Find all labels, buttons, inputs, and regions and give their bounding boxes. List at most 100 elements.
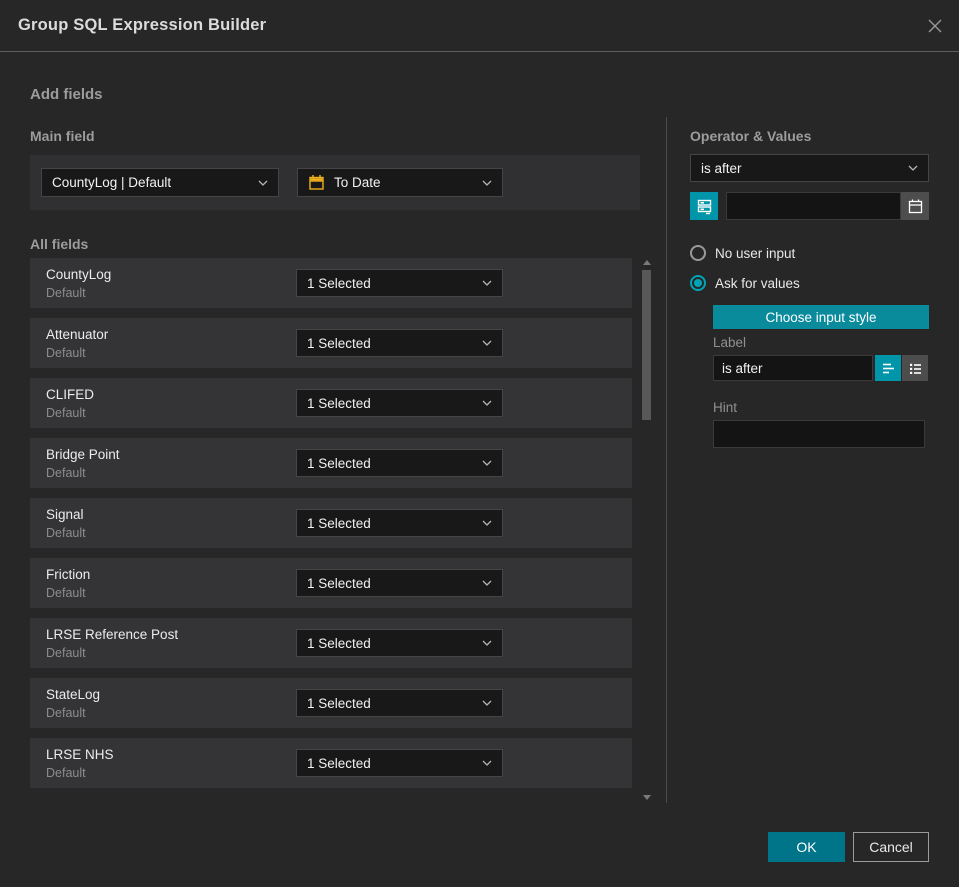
field-selected-dropdown[interactable]: 1 Selected (296, 329, 503, 357)
bulleted-list-icon (909, 363, 921, 374)
chevron-down-icon (482, 400, 492, 406)
operator-select-value: is after (701, 160, 742, 176)
main-field-date-select[interactable]: To Date (297, 168, 503, 197)
field-subtitle: Default (46, 586, 86, 600)
unique-values-button[interactable] (690, 192, 718, 220)
value-input[interactable] (726, 192, 901, 220)
selected-count: 1 Selected (307, 575, 371, 591)
radio-no-user-input[interactable]: No user input (690, 245, 795, 261)
date-picker-button[interactable] (901, 192, 929, 220)
field-row-attenuator: Attenuator Default 1 Selected (30, 318, 632, 368)
field-selected-dropdown[interactable]: 1 Selected (296, 749, 503, 777)
main-field-heading: Main field (30, 128, 95, 144)
field-selected-dropdown[interactable]: 1 Selected (296, 629, 503, 657)
chevron-down-icon (482, 460, 492, 466)
calendar-icon (908, 199, 922, 213)
field-row-friction: Friction Default 1 Selected (30, 558, 632, 608)
cancel-button[interactable]: Cancel (853, 832, 929, 862)
selected-count: 1 Selected (307, 635, 371, 651)
operator-select[interactable]: is after (690, 154, 929, 182)
chevron-down-icon (482, 520, 492, 526)
field-selected-dropdown[interactable]: 1 Selected (296, 449, 503, 477)
field-name: LRSE Reference Post (46, 627, 179, 642)
field-row-statelog: StateLog Default 1 Selected (30, 678, 632, 728)
field-name: StateLog (46, 687, 101, 702)
field-row-countylog: CountyLog Default 1 Selected (30, 258, 632, 308)
all-fields-list: CountyLog Default 1 Selected Attenuator … (30, 258, 632, 798)
operator-values-heading: Operator & Values (690, 128, 812, 144)
field-name: Bridge Point (46, 447, 120, 462)
calendar-icon (309, 175, 324, 190)
chevron-down-icon (482, 280, 492, 286)
field-subtitle: Default (46, 646, 86, 660)
selected-count: 1 Selected (307, 755, 371, 771)
chevron-down-icon (482, 180, 492, 186)
main-field-select-value: CountyLog | Default (52, 175, 172, 190)
chevron-down-icon (908, 165, 918, 171)
close-icon (928, 19, 942, 33)
selected-count: 1 Selected (307, 275, 371, 291)
chevron-down-icon (482, 760, 492, 766)
ok-button[interactable]: OK (768, 832, 845, 862)
chevron-down-icon (482, 640, 492, 646)
field-subtitle: Default (46, 526, 86, 540)
field-selected-dropdown[interactable]: 1 Selected (296, 509, 503, 537)
chevron-down-icon (482, 580, 492, 586)
input-style-list-button[interactable] (902, 355, 928, 381)
panel-divider (666, 117, 667, 803)
main-field-select[interactable]: CountyLog | Default (41, 168, 279, 197)
label-input[interactable] (713, 355, 873, 381)
field-name: CountyLog (46, 267, 112, 282)
all-fields-heading: All fields (30, 236, 89, 252)
scrollbar-thumb[interactable] (642, 270, 651, 420)
radio-ask-for-values[interactable]: Ask for values (690, 275, 800, 291)
close-button[interactable] (925, 16, 945, 36)
radio-label: No user input (715, 245, 796, 261)
field-name: Friction (46, 567, 91, 582)
label-heading: Label (713, 335, 747, 350)
field-row-clifed: CLIFED Default 1 Selected (30, 378, 632, 428)
add-fields-heading: Add fields (30, 86, 103, 103)
field-name: Signal (46, 507, 84, 522)
field-name: CLIFED (46, 387, 95, 402)
field-name: LRSE NHS (46, 747, 114, 762)
field-selected-dropdown[interactable]: 1 Selected (296, 389, 503, 417)
radio-label: Ask for values (715, 275, 800, 291)
titlebar: Group SQL Expression Builder (0, 0, 959, 52)
field-selected-dropdown[interactable]: 1 Selected (296, 569, 503, 597)
field-row-lrse-nhs: LRSE NHS Default 1 Selected (30, 738, 632, 788)
chevron-down-icon (482, 340, 492, 346)
hint-input[interactable] (713, 420, 925, 448)
field-subtitle: Default (46, 406, 86, 420)
chevron-down-icon (482, 700, 492, 706)
selected-count: 1 Selected (307, 395, 371, 411)
input-style-textbox-button[interactable] (875, 355, 901, 381)
field-name: Attenuator (46, 327, 109, 342)
align-left-icon (882, 363, 894, 373)
group-sql-expression-builder-dialog: Group SQL Expression Builder Add fields … (0, 0, 959, 887)
radio-circle-icon (690, 245, 706, 261)
stacked-values-icon (697, 199, 711, 214)
main-field-panel: CountyLog | Default To Date (30, 155, 640, 210)
field-row-signal: Signal Default 1 Selected (30, 498, 632, 548)
chevron-down-icon (258, 180, 268, 186)
radio-circle-selected-icon (690, 275, 706, 291)
selected-count: 1 Selected (307, 515, 371, 531)
scroll-up-arrow-icon[interactable] (643, 260, 651, 265)
field-subtitle: Default (46, 466, 86, 480)
field-selected-dropdown[interactable]: 1 Selected (296, 269, 503, 297)
field-row-bridge-point: Bridge Point Default 1 Selected (30, 438, 632, 488)
dialog-title: Group SQL Expression Builder (18, 16, 267, 34)
hint-heading: Hint (713, 400, 738, 415)
field-subtitle: Default (46, 766, 86, 780)
main-field-date-value: To Date (334, 175, 381, 190)
scroll-down-arrow-icon[interactable] (643, 795, 651, 800)
fields-list-scrollbar[interactable] (639, 258, 655, 802)
field-row-lrse-reference-post: LRSE Reference Post Default 1 Selected (30, 618, 632, 668)
selected-count: 1 Selected (307, 695, 371, 711)
selected-count: 1 Selected (307, 335, 371, 351)
choose-input-style-button[interactable]: Choose input style (713, 305, 929, 329)
field-subtitle: Default (46, 346, 86, 360)
selected-count: 1 Selected (307, 455, 371, 471)
field-selected-dropdown[interactable]: 1 Selected (296, 689, 503, 717)
